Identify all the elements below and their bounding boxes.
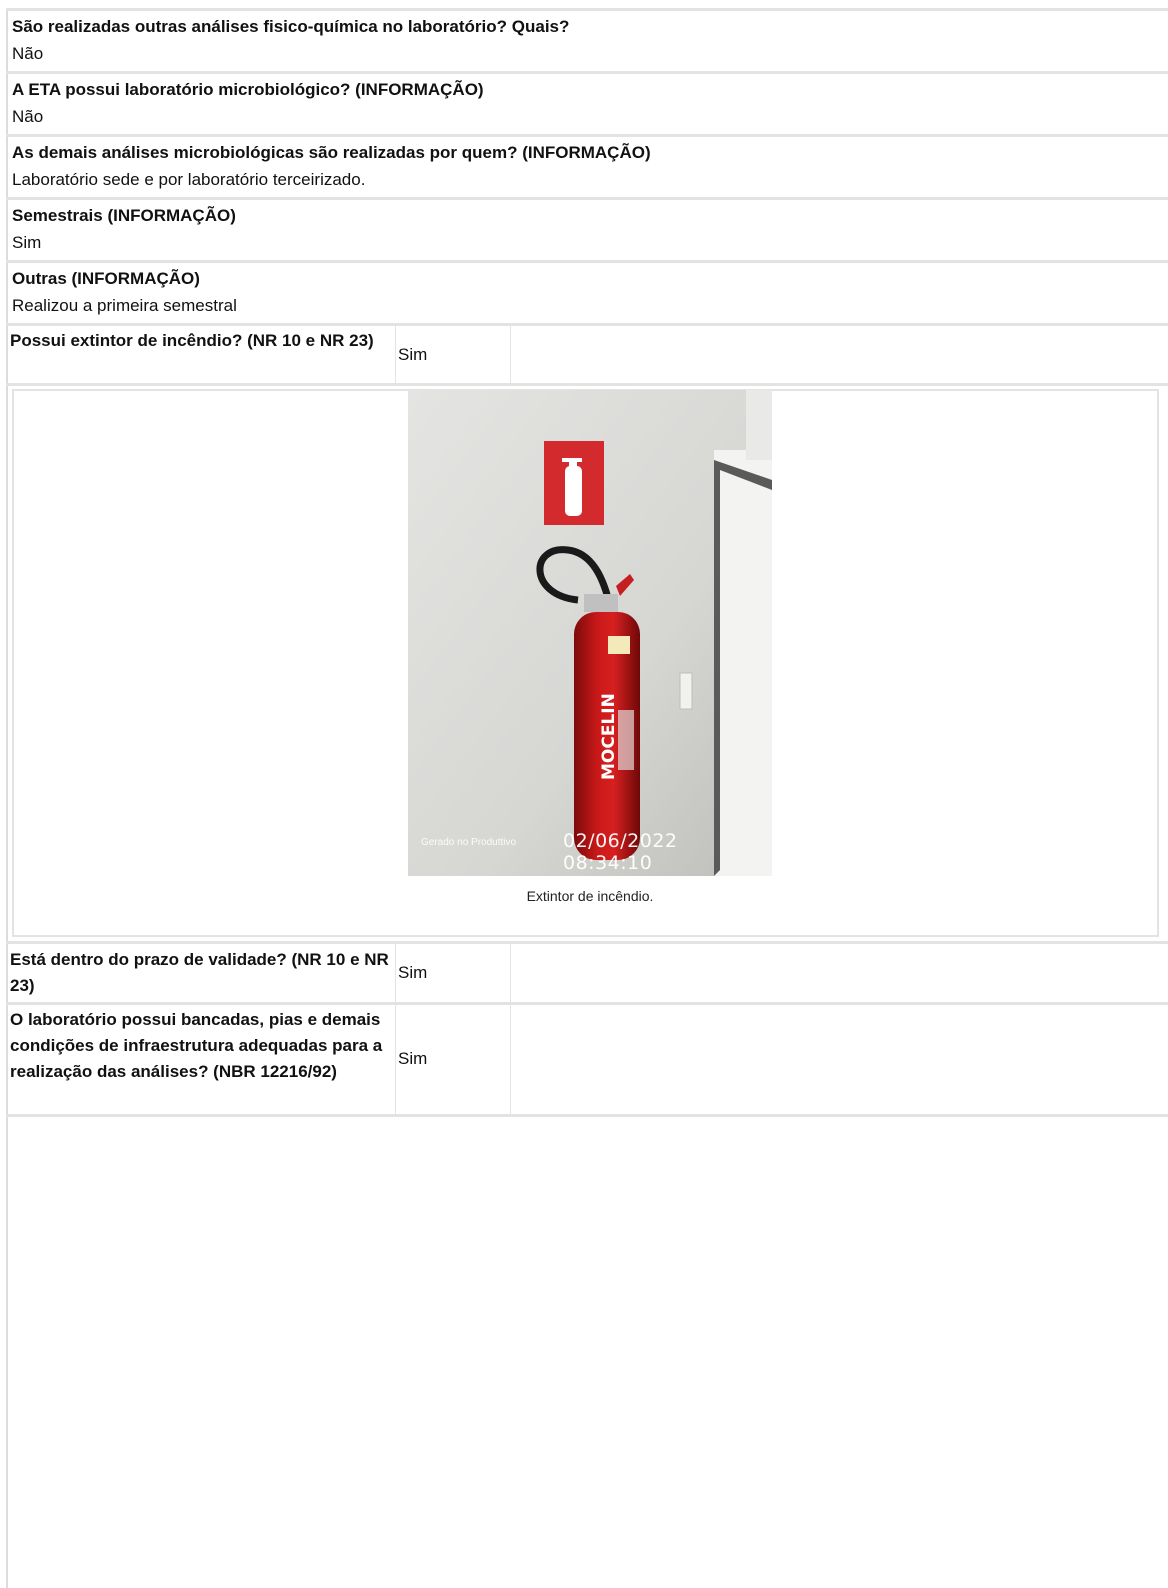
extinguisher-photo-illustration: MOCELIN: [408, 390, 772, 876]
column-divider: [395, 326, 396, 384]
answer-text: Sim: [398, 345, 428, 364]
question-text: A ETA possui laboratório microbiológico?…: [12, 80, 484, 99]
answer-text: Sim: [398, 1049, 428, 1068]
column-divider: [510, 944, 511, 1002]
answer-text: Laboratório sede e por laboratório terce…: [12, 170, 366, 189]
question-text: Possui extintor de incêndio? (NR 10 e NR…: [10, 331, 374, 350]
row-divider: [6, 941, 1168, 944]
brand-text: MOCELIN: [599, 693, 619, 780]
question-text: O laboratório possui bancadas, pias e de…: [10, 1010, 383, 1081]
answer-text: Sim: [12, 233, 42, 252]
row-divider: [6, 197, 1168, 200]
question-text: Está dentro do prazo de validade? (NR 10…: [10, 950, 389, 995]
row-divider: [6, 260, 1168, 263]
row-divider: [6, 8, 1168, 11]
row-divider: [6, 1114, 1168, 1117]
watermark-datetime: 02/06/2022 08:34:10: [563, 830, 678, 874]
row-divider: [6, 323, 1168, 326]
row-divider: [6, 383, 1168, 386]
row-divider: [6, 134, 1168, 137]
row-divider: [6, 1002, 1168, 1005]
answer-text: Não: [12, 107, 44, 126]
answer-text: Realizou a primeira semestral: [12, 296, 237, 315]
question-text: As demais análises microbiológicas são r…: [12, 143, 651, 162]
column-divider: [510, 1005, 511, 1115]
column-divider: [395, 1005, 396, 1115]
watermark-app: Gerado no Produttivo: [421, 837, 517, 848]
column-divider: [395, 944, 396, 1002]
row-divider: [6, 71, 1168, 74]
photo-caption: Extintor de incêndio.: [526, 888, 654, 904]
column-divider: [510, 326, 511, 384]
extinguisher-photo[interactable]: MOCELIN Gerado no Produttivo 02/06/2022 …: [408, 390, 772, 876]
question-text: São realizadas outras análises fisico-qu…: [12, 17, 570, 36]
question-text: Outras (INFORMAÇÃO): [12, 269, 200, 288]
answer-text: Não: [12, 44, 44, 63]
question-text: Semestrais (INFORMAÇÃO): [12, 206, 236, 225]
answer-text: Sim: [398, 963, 428, 982]
